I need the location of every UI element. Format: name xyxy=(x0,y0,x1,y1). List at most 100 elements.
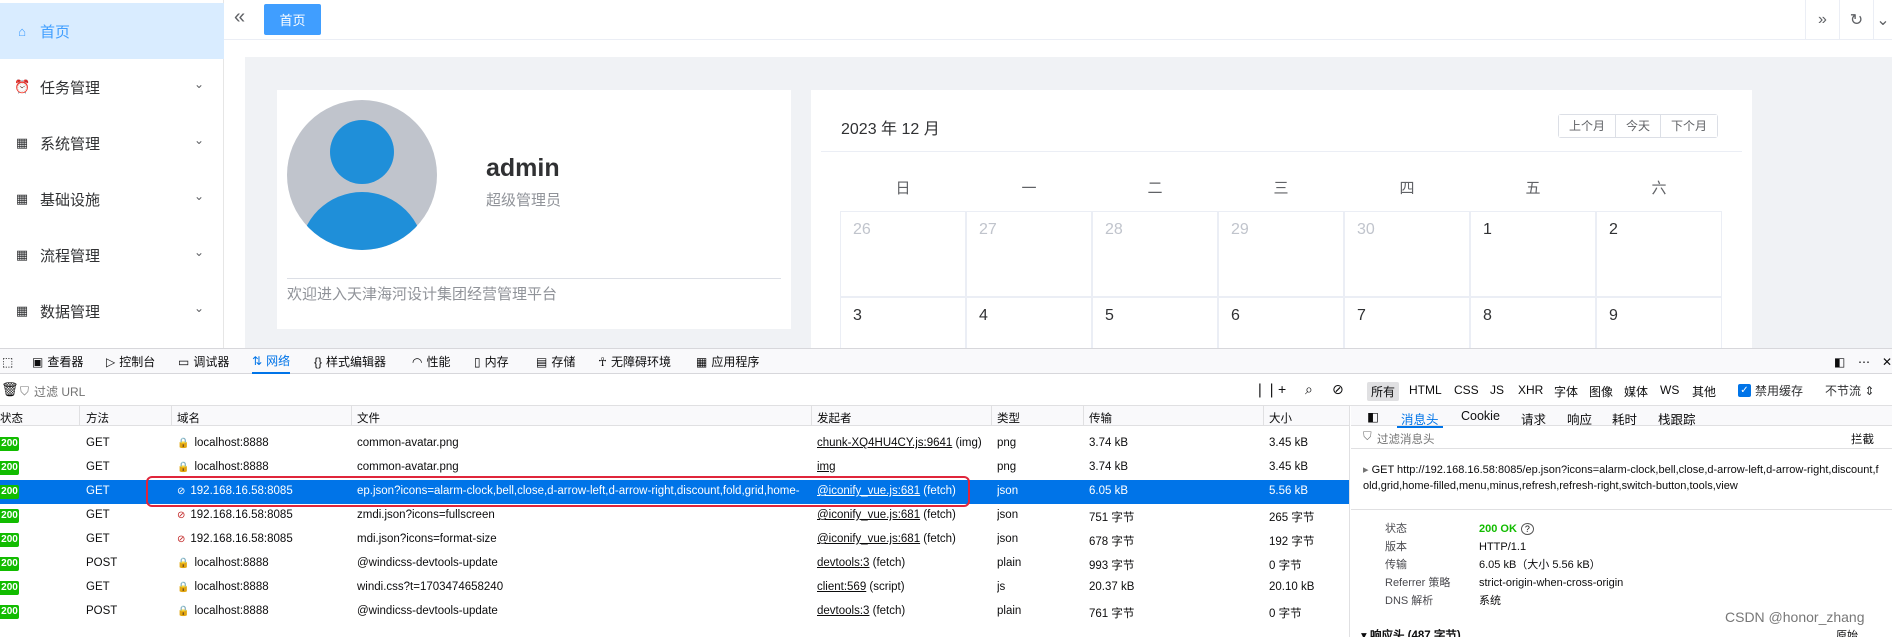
refresh-icon[interactable]: ↻ xyxy=(1839,0,1873,40)
column-header[interactable]: 传输 xyxy=(1089,410,1112,426)
tab-storage[interactable]: ▤ 存储 xyxy=(536,349,575,374)
weekday-label: 日 xyxy=(895,180,911,197)
sidebar-item-label: 基础设施 xyxy=(40,191,101,209)
filter-fonts[interactable]: 字体 xyxy=(1550,382,1582,401)
filter-xhr[interactable]: XHR xyxy=(1514,382,1547,398)
column-header[interactable]: 类型 xyxy=(997,410,1020,426)
tab-request[interactable]: 请求 xyxy=(1521,409,1546,428)
network-toolbar: 🗑 ⛉ 过滤 URL ❘❘ + ⌕ ⊘ 所有 HTML CSS JS XHR 字体… xyxy=(0,374,1892,406)
tab-network[interactable]: ⇅ 网络 xyxy=(252,349,291,374)
tab-stack-trace[interactable]: 栈跟踪 xyxy=(1658,409,1696,428)
column-header[interactable]: 状态 xyxy=(0,410,23,426)
block-button[interactable]: 拦截 xyxy=(1851,431,1874,447)
pause-icon[interactable]: ❘❘ xyxy=(1254,381,1277,398)
tab-debugger[interactable]: ▭ 调试器 xyxy=(178,349,229,374)
plus-icon[interactable]: + xyxy=(1278,381,1286,397)
tab-cookies[interactable]: Cookie xyxy=(1461,409,1500,423)
column-header[interactable]: 方法 xyxy=(86,410,109,426)
tab-home[interactable]: 首页 xyxy=(264,4,321,35)
tab-console[interactable]: ▷ 控制台 xyxy=(106,349,155,374)
initiator-link[interactable]: devtools:3 xyxy=(817,605,869,617)
initiator-link[interactable]: img xyxy=(817,461,836,473)
more-icon[interactable]: ⌄ xyxy=(1873,0,1892,40)
scroll-right-icon[interactable]: » xyxy=(1805,0,1839,40)
table-row[interactable]: 200 GET ⊘ 192.168.16.58:8085 zmdi.json?ic… xyxy=(0,504,1349,528)
calendar-day[interactable]: 27 xyxy=(966,211,1092,297)
calendar-day[interactable]: 26 xyxy=(840,211,966,297)
prev-month-button[interactable]: 上个月 xyxy=(1559,115,1617,137)
trash-icon[interactable]: 🗑 xyxy=(1,381,19,398)
grid-icon: ▦ xyxy=(15,135,29,150)
raw-toggle[interactable]: 原始 xyxy=(1836,627,1858,637)
url-filter-input[interactable]: ⛉ 过滤 URL xyxy=(20,383,85,400)
filter-all[interactable]: 所有 xyxy=(1367,382,1400,401)
disable-cache-checkbox[interactable]: ✓ 禁用缓存 xyxy=(1738,382,1803,399)
column-header[interactable]: 文件 xyxy=(357,410,380,426)
more-menu-icon[interactable]: ⋯ xyxy=(1858,349,1870,374)
calendar-day[interactable]: 2 xyxy=(1596,211,1722,297)
initiator-link[interactable]: client:569 xyxy=(817,581,866,593)
response-headers-section[interactable]: ▾ 响应头 (487 字节) xyxy=(1361,627,1461,637)
filter-images[interactable]: 图像 xyxy=(1585,382,1617,401)
initiator-link[interactable]: chunk-XQ4HU4CY.js:9641 xyxy=(817,437,952,449)
filter-other[interactable]: 其他 xyxy=(1688,382,1720,401)
sidebar-item-system[interactable]: ▦ 系统管理 ⌄ xyxy=(0,115,224,171)
calendar-day[interactable]: 30 xyxy=(1344,211,1470,297)
grid-icon: ▦ xyxy=(15,247,29,262)
request-url[interactable]: ▸ GET http://192.168.16.58:8085/ep.json?… xyxy=(1363,462,1883,494)
column-header[interactable]: 大小 xyxy=(1269,410,1292,426)
block-icon[interactable]: ⊘ xyxy=(1332,381,1344,398)
tab-application[interactable]: ▦ 应用程序 xyxy=(696,349,759,374)
tab-response[interactable]: 响应 xyxy=(1567,409,1592,428)
close-icon[interactable]: ✕ xyxy=(1882,349,1892,374)
tab-timings[interactable]: 耗时 xyxy=(1612,409,1637,428)
filter-html[interactable]: HTML xyxy=(1405,382,1446,398)
details-tab-bar: ◧ 消息头 Cookie 请求 响应 耗时 栈跟踪 xyxy=(1351,406,1892,428)
sidebar-item-task[interactable]: ⏰ 任务管理 ⌄ xyxy=(0,59,224,115)
dock-icon[interactable]: ◧ xyxy=(1834,349,1845,374)
welcome-text: 欢迎进入天津海河设计集团经营管理平台 xyxy=(287,286,558,303)
calendar-day[interactable]: 28 xyxy=(1092,211,1218,297)
column-header[interactable]: 域名 xyxy=(177,410,200,426)
table-row[interactable]: 200 POST 🔒 localhost:8888 @windicss-devto… xyxy=(0,552,1349,576)
initiator-link[interactable]: @iconify_vue.js:681 xyxy=(817,533,920,545)
sidebar-item-home[interactable]: ⌂ 首页 xyxy=(0,3,224,59)
element-picker-icon[interactable]: ⬚ xyxy=(2,349,13,374)
dns-field: DNS 解析 系统 xyxy=(1385,595,1501,607)
next-month-button[interactable]: 下个月 xyxy=(1661,115,1718,137)
today-button[interactable]: 今天 xyxy=(1616,115,1662,137)
sidebar-item-process[interactable]: ▦ 流程管理 ⌄ xyxy=(0,227,224,283)
table-row[interactable]: 200 GET 🔒 localhost:8888 windi.css?t=1703… xyxy=(0,576,1349,600)
sidebar-item-label: 首页 xyxy=(40,23,71,41)
filter-css[interactable]: CSS xyxy=(1450,382,1483,398)
watermark: CSDN @honor_zhang xyxy=(1725,609,1865,625)
tab-performance[interactable]: ◠ 性能 xyxy=(412,349,451,374)
alarm-clock-icon: ⏰ xyxy=(14,79,31,94)
table-header: 状态 方法 域名 文件 发起者 类型 传输 大小 xyxy=(0,406,1349,426)
filter-media[interactable]: 媒体 xyxy=(1620,382,1652,401)
throttle-select[interactable]: 不节流 ⇕ xyxy=(1825,382,1874,399)
sidebar-item-data[interactable]: ▦ 数据管理 ⌄ xyxy=(0,283,224,339)
filter-js[interactable]: JS xyxy=(1486,382,1508,398)
table-row[interactable]: 200 GET ⊘ 192.168.16.58:8085 mdi.json?ico… xyxy=(0,528,1349,552)
sidebar-item-infrastructure[interactable]: ▦ 基础设施 ⌄ xyxy=(0,171,224,227)
table-row[interactable]: 200 GET 🔒 localhost:8888 common-avatar.pn… xyxy=(0,432,1349,456)
column-header[interactable]: 发起者 xyxy=(817,410,852,426)
calendar-day[interactable]: 1 xyxy=(1470,211,1596,297)
filter-ws[interactable]: WS xyxy=(1656,382,1683,398)
tab-headers[interactable]: 消息头 xyxy=(1397,409,1442,428)
initiator-link[interactable]: @iconify_vue.js:681 xyxy=(817,509,920,521)
tab-inspector[interactable]: ▣ 查看器 xyxy=(32,349,83,374)
tab-style-editor[interactable]: {} 样式编辑器 xyxy=(314,349,386,374)
debugger-icon: ▭ xyxy=(178,354,190,369)
scroll-left-icon[interactable]: « xyxy=(234,6,245,29)
search-icon[interactable]: ⌕ xyxy=(1305,381,1313,398)
tab-memory[interactable]: ▯ 内存 xyxy=(474,349,509,374)
weekday-label: 四 xyxy=(1399,180,1415,197)
initiator-link[interactable]: devtools:3 xyxy=(817,557,869,569)
tab-accessibility[interactable]: ☥ 无障碍环境 xyxy=(598,349,671,374)
header-filter-input[interactable]: ⛉ 过滤消息头 拦截 xyxy=(1351,427,1892,449)
sidebar-toggle-icon[interactable]: ◧ xyxy=(1367,409,1379,424)
calendar-day[interactable]: 29 xyxy=(1218,211,1344,297)
table-row[interactable]: 200 POST 🔒 localhost:8888 @windicss-devto… xyxy=(0,600,1349,624)
